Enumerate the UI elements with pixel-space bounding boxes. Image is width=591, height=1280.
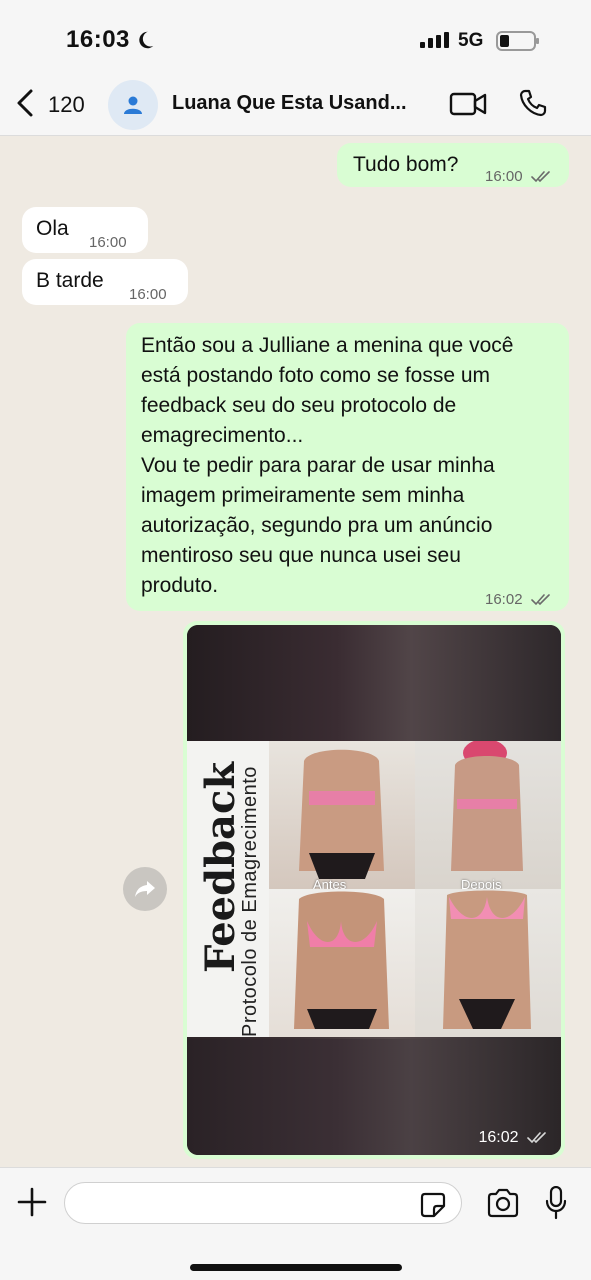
message-input[interactable] [64, 1182, 462, 1224]
feedback-collage: Feedback Protocolo de Emagrecimento Ante… [187, 741, 561, 1037]
message-text: Então sou a Julliane a menina que você e… [141, 334, 514, 597]
plus-icon[interactable] [16, 1186, 48, 1218]
message-image[interactable]: Feedback Protocolo de Emagrecimento Ante… [183, 621, 565, 1159]
unread-count[interactable]: 120 [48, 92, 85, 118]
chat-area[interactable]: Tudo bom? 16:00 Ola 16:00 B tarde 16:00 … [0, 137, 591, 1167]
phone-icon[interactable] [518, 88, 548, 118]
video-call-icon[interactable] [449, 90, 487, 118]
battery-icon [496, 31, 539, 51]
label-after: Depois [461, 877, 502, 889]
forward-button[interactable] [123, 867, 167, 911]
status-time: 16:03 [66, 26, 130, 53]
forward-icon [135, 881, 155, 897]
read-ticks-icon [527, 1131, 546, 1143]
message-time: 16:00 [485, 162, 553, 192]
image-blur-top [187, 625, 561, 741]
message-outgoing[interactable]: Tudo bom? 16:00 [337, 143, 569, 187]
message-time: 16:00 [129, 286, 167, 303]
message-time: 16:00 [89, 234, 127, 251]
moon-icon [139, 31, 154, 49]
collage-title-panel: Feedback Protocolo de Emagrecimento [187, 741, 269, 1037]
collage-subtitle: Protocolo de Emagrecimento [239, 766, 261, 1037]
image-content[interactable]: Feedback Protocolo de Emagrecimento Ante… [187, 625, 561, 1155]
sticker-icon[interactable] [420, 1192, 446, 1218]
home-indicator [190, 1264, 402, 1271]
photo-after-back: Depois [415, 741, 561, 889]
photo-after-front [415, 889, 561, 1037]
contact-name[interactable]: Luana Que Esta Usand... [172, 92, 434, 115]
read-ticks-icon [530, 594, 550, 606]
message-incoming[interactable]: B tarde 16:00 [22, 259, 188, 305]
message-text: B tarde [36, 269, 104, 292]
chevron-left-icon[interactable] [14, 88, 38, 118]
photo-before-front [269, 889, 415, 1037]
signal-icon [420, 32, 449, 48]
message-incoming[interactable]: Ola 16:00 [22, 207, 148, 253]
message-outgoing[interactable]: Então sou a Julliane a menina que você e… [126, 323, 569, 611]
photo-before-back: Antes [269, 741, 415, 889]
message-text: Tudo bom? [353, 153, 459, 176]
mic-icon[interactable] [545, 1186, 567, 1220]
input-bar [0, 1167, 591, 1280]
message-time: 16:02 [485, 585, 553, 615]
label-before: Antes [313, 877, 347, 889]
avatar[interactable] [108, 80, 158, 130]
camera-icon[interactable] [486, 1188, 520, 1218]
collage-title: Feedback [197, 761, 244, 973]
status-bar: 16:03 5G [0, 0, 591, 78]
network-type: 5G [458, 30, 484, 51]
chat-header: 120 Luana Que Esta Usand... [0, 78, 591, 136]
person-icon [124, 96, 142, 114]
read-ticks-icon [530, 171, 550, 183]
message-time: 16:02 [479, 1129, 550, 1147]
message-text: Ola [36, 217, 69, 240]
